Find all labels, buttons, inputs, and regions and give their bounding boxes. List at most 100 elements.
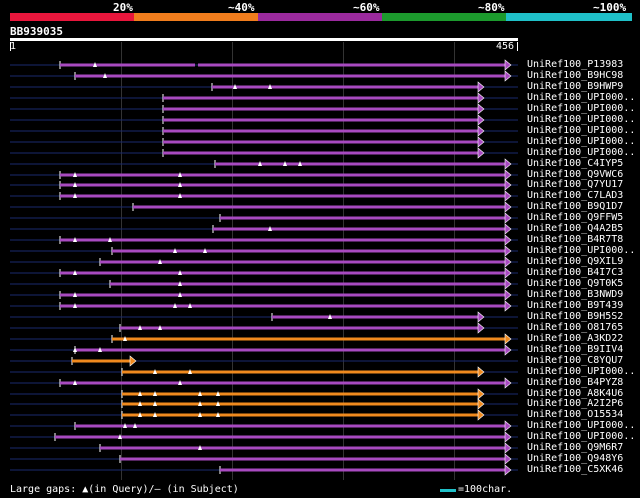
hit-label[interactable]: UniRef100_O81765 — [527, 322, 623, 333]
hit-label[interactable]: UniRef100_Q9T0K5 — [527, 278, 623, 289]
hit-label[interactable]: UniRef100_Q9M6R7 — [527, 442, 623, 453]
hit-end-arrow — [504, 212, 512, 224]
hit-label[interactable]: UniRef100_A3KD22 — [527, 333, 623, 344]
hit-label[interactable]: UniRef100_UPI000.. — [527, 431, 635, 442]
hit-row — [10, 322, 518, 334]
hit-label[interactable]: UniRef100_B4PYZ8 — [527, 377, 623, 388]
hit-end-arrow — [504, 169, 512, 181]
hit-row — [10, 442, 518, 454]
hit-end-arrow — [477, 388, 485, 400]
hit-row — [10, 464, 518, 476]
scale-legend-bar — [440, 489, 456, 492]
hit-row — [10, 103, 518, 115]
hit-row — [10, 409, 518, 421]
hit-end-arrow — [504, 278, 512, 290]
hit-end-arrow — [504, 245, 512, 257]
hit-label[interactable]: UniRef100_B9IIV4 — [527, 344, 623, 355]
hit-row — [10, 453, 518, 465]
hit-row — [10, 431, 518, 443]
hit-label[interactable]: UniRef100_UPI000.. — [527, 366, 635, 377]
hit-row — [10, 81, 518, 93]
hit-end-arrow — [477, 398, 485, 410]
hit-end-arrow — [504, 234, 512, 246]
hit-label[interactable]: UniRef100_UPI000.. — [527, 245, 635, 256]
hit-end-arrow — [129, 355, 137, 367]
hit-end-arrow — [504, 333, 512, 345]
hit-row — [10, 311, 518, 323]
hit-row — [10, 212, 518, 224]
hit-label[interactable]: UniRef100_O15534 — [527, 409, 623, 420]
hit-end-arrow — [504, 300, 512, 312]
hit-row — [10, 190, 518, 202]
hit-row — [10, 344, 518, 356]
hit-end-arrow — [477, 81, 485, 93]
hit-row — [10, 59, 518, 71]
gaps-legend: Large gaps: ▲(in Query)/– (in Subject) — [10, 484, 239, 495]
hit-label[interactable]: UniRef100_C7LAD3 — [527, 190, 623, 201]
hit-row — [10, 158, 518, 170]
hit-label[interactable]: UniRef100_UPI000.. — [527, 103, 635, 114]
hit-label[interactable]: UniRef100_B3NWD9 — [527, 289, 623, 300]
hit-label[interactable]: UniRef100_B9Q1D7 — [527, 201, 623, 212]
hit-row — [10, 201, 518, 213]
hit-end-arrow — [477, 125, 485, 137]
hit-label[interactable]: UniRef100_Q9XIL9 — [527, 256, 623, 267]
hit-end-arrow — [504, 453, 512, 465]
hit-row — [10, 289, 518, 301]
hit-end-arrow — [504, 344, 512, 356]
hit-label[interactable]: UniRef100_Q9FFW5 — [527, 212, 623, 223]
hit-end-arrow — [504, 442, 512, 454]
hit-row — [10, 169, 518, 181]
hit-end-arrow — [504, 59, 512, 71]
hit-end-arrow — [504, 431, 512, 443]
hit-end-arrow — [477, 322, 485, 334]
hit-end-arrow — [504, 158, 512, 170]
hit-label[interactable]: UniRef100_Q7YU17 — [527, 179, 623, 190]
hit-label[interactable]: UniRef100_UPI000.. — [527, 420, 635, 431]
hit-label[interactable]: UniRef100_A2I2P6 — [527, 398, 623, 409]
hit-label[interactable]: UniRef100_UPI000.. — [527, 136, 635, 147]
hit-row — [10, 223, 518, 235]
hit-label[interactable]: UniRef100_B4R7T8 — [527, 234, 623, 245]
hit-row — [10, 377, 518, 389]
hit-row — [10, 245, 518, 257]
hit-row — [10, 355, 518, 367]
hit-end-arrow — [504, 223, 512, 235]
hit-end-arrow — [477, 136, 485, 148]
hit-end-arrow — [477, 366, 485, 378]
hit-row — [10, 278, 518, 290]
hit-row — [10, 92, 518, 104]
hit-label[interactable]: UniRef100_UPI000.. — [527, 114, 635, 125]
hit-label[interactable]: UniRef100_C5XK46 — [527, 464, 623, 475]
hit-label[interactable]: UniRef100_UPI000.. — [527, 92, 635, 103]
hit-end-arrow — [504, 201, 512, 213]
blast-graphic-overview: 20% ~40% ~60% ~80% ~100% BB939035 1 456 … — [0, 0, 640, 498]
hit-row — [10, 366, 518, 378]
hit-label[interactable]: UniRef100_Q948Y6 — [527, 453, 623, 464]
hit-row — [10, 333, 518, 345]
hit-row — [10, 179, 518, 191]
hit-end-arrow — [504, 420, 512, 432]
hit-label[interactable]: UniRef100_B9T439 — [527, 300, 623, 311]
hit-row — [10, 125, 518, 137]
hit-label[interactable]: UniRef100_C8YQU7 — [527, 355, 623, 366]
hit-end-arrow — [477, 114, 485, 126]
hit-row — [10, 70, 518, 82]
hit-label[interactable]: UniRef100_B9HWP9 — [527, 81, 623, 92]
hit-end-arrow — [477, 147, 485, 159]
hit-label[interactable]: UniRef100_C4IYP5 — [527, 158, 623, 169]
hit-label[interactable]: UniRef100_B4I7C3 — [527, 267, 623, 278]
hit-row — [10, 398, 518, 410]
hit-end-arrow — [504, 70, 512, 82]
hit-label[interactable]: UniRef100_B9H5S2 — [527, 311, 623, 322]
hit-end-arrow — [504, 190, 512, 202]
hit-end-arrow — [477, 311, 485, 323]
hit-label[interactable]: UniRef100_P13983 — [527, 59, 623, 70]
hit-row — [10, 388, 518, 400]
hit-label[interactable]: UniRef100_B9HC98 — [527, 70, 623, 81]
hit-end-arrow — [504, 267, 512, 279]
hit-label[interactable]: UniRef100_Q4A2B5 — [527, 223, 623, 234]
hit-label[interactable]: UniRef100_UPI000.. — [527, 125, 635, 136]
hit-label[interactable]: UniRef100_UPI000.. — [527, 147, 635, 158]
hit-end-arrow — [504, 464, 512, 476]
